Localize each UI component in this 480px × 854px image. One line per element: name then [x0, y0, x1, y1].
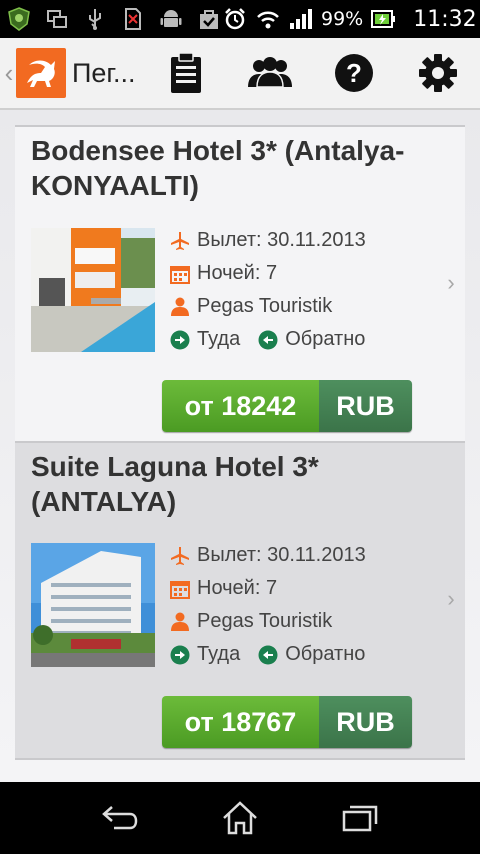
tour-list: Bodensee Hotel 3* (Antalya-KONYAALTI) Вы…: [0, 110, 480, 782]
arrow-right-circle-icon: [170, 645, 190, 665]
forward-label: Туда: [197, 328, 241, 350]
back-button[interactable]: [90, 793, 150, 843]
battery-percent: 99%: [321, 8, 364, 30]
return-flight[interactable]: Обратно: [258, 643, 365, 666]
price-value: от 18767: [162, 696, 319, 748]
android-icon: [158, 6, 184, 32]
home-button[interactable]: [210, 793, 270, 843]
operator-row: Pegas Touristik: [170, 290, 430, 323]
pegasus-logo-icon[interactable]: [16, 48, 66, 98]
arrow-right-circle-icon: [170, 330, 190, 350]
forward-flight[interactable]: Туда: [170, 328, 240, 351]
wifi-icon: [255, 6, 281, 32]
calendar-icon: [170, 264, 190, 284]
nights-row: Ночей: 7: [170, 257, 430, 290]
help-button[interactable]: ?: [312, 37, 396, 109]
clipboard-icon: [171, 52, 201, 93]
departure-text: Вылет: 30.11.2013: [197, 229, 366, 251]
plane-icon: [170, 231, 190, 251]
return-flight[interactable]: Обратно: [258, 328, 365, 351]
app-title: Пег...: [72, 57, 136, 88]
recent-apps-icon: [342, 805, 378, 832]
hotel-photo: [31, 543, 155, 667]
clipboard-button[interactable]: [144, 37, 228, 109]
operator-text: Pegas Touristik: [197, 295, 333, 317]
departure-row: Вылет: 30.11.2013: [170, 224, 430, 257]
help-icon: ?: [335, 54, 373, 92]
recent-apps-button[interactable]: [330, 793, 390, 843]
price-currency: RUB: [319, 380, 412, 432]
person-icon: [170, 297, 190, 317]
nights-text: Ночей: 7: [197, 577, 278, 599]
tour-card[interactable]: [15, 758, 465, 782]
action-bar: ‹ Пег... ?: [0, 38, 480, 110]
tour-card[interactable]: Suite Laguna Hotel 3* (ANTALYA) Вылет: 3…: [15, 441, 465, 758]
up-caret-icon[interactable]: ‹: [2, 37, 16, 109]
nights-row: Ночей: 7: [170, 572, 430, 605]
home-icon: [223, 801, 257, 835]
price-button[interactable]: от 18242 RUB: [162, 380, 412, 432]
back-icon: [102, 806, 138, 830]
hotel-name: Suite Laguna Hotel 3* (ANTALYA): [31, 451, 319, 517]
no-sim-icon: [120, 6, 146, 32]
hotel-photo: [31, 228, 155, 352]
forward-label: Туда: [197, 643, 241, 665]
signal-icon: [288, 6, 314, 32]
arrow-left-circle-icon: [258, 645, 278, 665]
return-label: Обратно: [285, 328, 366, 350]
screens-icon: [44, 6, 70, 32]
departure-row: Вылет: 30.11.2013: [170, 539, 430, 572]
nights-text: Ночей: 7: [197, 262, 278, 284]
hotel-name: Bodensee Hotel 3* (Antalya-KONYAALTI): [31, 135, 405, 201]
status-bar: 99% 11:32: [0, 0, 480, 38]
chevron-right-icon: ›: [447, 270, 455, 295]
usb-icon: [82, 6, 108, 32]
group-icon: [248, 57, 292, 88]
settings-icon: [419, 54, 457, 92]
group-button[interactable]: [228, 37, 312, 109]
return-label: Обратно: [285, 643, 366, 665]
navigation-bar: [0, 782, 480, 854]
shield-app-icon: [6, 6, 32, 32]
price-value: от 18242: [162, 380, 319, 432]
person-icon: [170, 612, 190, 632]
directions-row: Туда Обратно: [170, 323, 430, 356]
arrow-left-circle-icon: [258, 330, 278, 350]
svg-text:?: ?: [346, 58, 362, 88]
directions-row: Туда Обратно: [170, 638, 430, 671]
operator-text: Pegas Touristik: [197, 610, 333, 632]
chevron-right-icon: ›: [447, 586, 455, 611]
price-button[interactable]: от 18767 RUB: [162, 696, 412, 748]
settings-button[interactable]: [396, 37, 480, 109]
operator-row: Pegas Touristik: [170, 605, 430, 638]
clock: 11:32: [413, 6, 477, 32]
battery-icon: [370, 6, 396, 32]
calendar-icon: [170, 579, 190, 599]
price-currency: RUB: [319, 696, 412, 748]
departure-text: Вылет: 30.11.2013: [197, 544, 366, 566]
forward-flight[interactable]: Туда: [170, 643, 240, 666]
bag-check-icon: [196, 6, 222, 32]
alarm-icon: [222, 6, 248, 32]
plane-icon: [170, 546, 190, 566]
tour-card[interactable]: Bodensee Hotel 3* (Antalya-KONYAALTI) Вы…: [15, 125, 465, 441]
